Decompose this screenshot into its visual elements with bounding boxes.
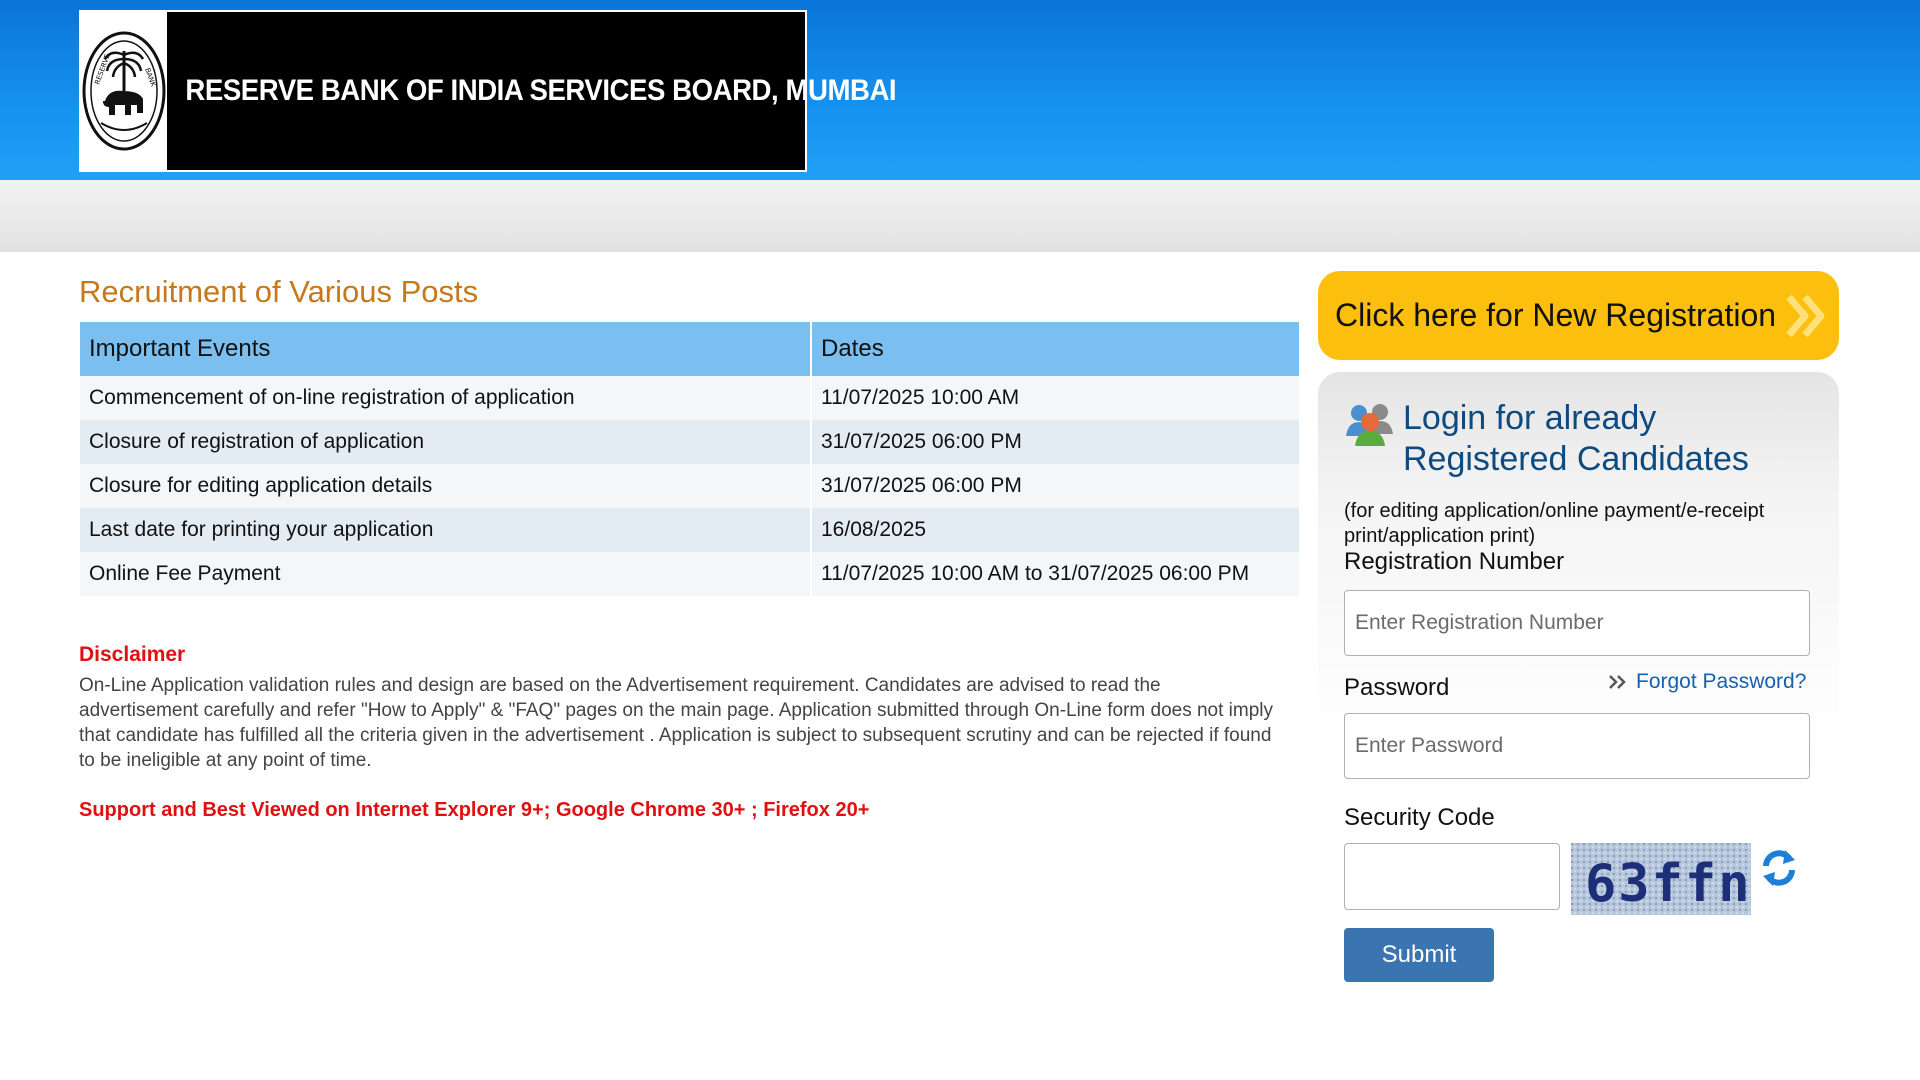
registration-number-input[interactable] <box>1344 590 1810 656</box>
page-title: Recruitment of Various Posts <box>79 274 479 309</box>
disclaimer-heading: Disclaimer <box>79 643 186 666</box>
rbi-emblem-icon: RESERVE BANK <box>81 12 167 170</box>
table-row: Commencement of on-line registration of … <box>80 376 1301 420</box>
new-registration-button[interactable]: Click here for New Registration <box>1318 271 1839 360</box>
login-panel: Login for already Registered Candidates … <box>1318 372 1839 1002</box>
important-events-table: Important Events Dates Commencement of o… <box>80 322 1301 596</box>
disclaimer-text: On-Line Application validation rules and… <box>79 675 1274 771</box>
event-cell: Online Fee Payment <box>80 552 812 596</box>
date-cell: 31/07/2025 06:00 PM <box>811 464 1301 508</box>
browser-support-note: Support and Best Viewed on Internet Expl… <box>79 799 870 821</box>
double-chevron-right-icon <box>1609 675 1626 689</box>
forgot-password-label: Forgot Password? <box>1636 670 1807 693</box>
navigation-bar <box>0 180 1920 252</box>
captcha-text: 63ffn <box>1585 854 1751 914</box>
site-banner: RESERVE BANK RESERVE BANK OF INDIA SERVI… <box>79 10 897 172</box>
event-cell: Commencement of on-line registration of … <box>80 376 812 420</box>
table-row: Closure of registration of application 3… <box>80 420 1301 464</box>
date-cell: 16/08/2025 <box>811 508 1301 552</box>
password-label: Password <box>1344 674 1450 701</box>
site-title: RESERVE BANK OF INDIA SERVICES BOARD, MU… <box>185 74 897 107</box>
table-header-row: Important Events Dates <box>80 322 1301 376</box>
double-chevron-right-icon <box>1786 294 1825 338</box>
column-header-dates: Dates <box>811 322 1301 376</box>
event-cell: Closure of registration of application <box>80 420 812 464</box>
login-title: Login for already Registered Candidates <box>1403 399 1749 478</box>
column-header-events: Important Events <box>80 322 812 376</box>
table-row: Last date for printing your application … <box>80 508 1301 552</box>
users-icon <box>1346 404 1393 446</box>
event-cell: Closure for editing application details <box>80 464 812 508</box>
security-code-input[interactable] <box>1344 843 1560 910</box>
page-header: RESERVE BANK RESERVE BANK OF INDIA SERVI… <box>0 0 1920 180</box>
captcha-image: 63ffn <box>1571 843 1751 915</box>
registration-number-label: Registration Number <box>1344 548 1565 575</box>
submit-button[interactable]: Submit <box>1344 928 1494 982</box>
login-note: (for editing application/online payment/… <box>1344 500 1765 547</box>
table-row: Online Fee Payment 11/07/2025 10:00 AM t… <box>80 552 1301 596</box>
date-cell: 31/07/2025 06:00 PM <box>811 420 1301 464</box>
new-registration-label: Click here for New Registration <box>1335 297 1777 333</box>
security-code-label: Security Code <box>1344 804 1495 831</box>
forgot-password-link[interactable]: Forgot Password? <box>1608 670 1806 694</box>
date-cell: 11/07/2025 10:00 AM <box>811 376 1301 420</box>
date-cell: 11/07/2025 10:00 AM to 31/07/2025 06:00 … <box>811 552 1301 596</box>
password-input[interactable] <box>1344 713 1810 779</box>
event-cell: Last date for printing your application <box>80 508 812 552</box>
table-row: Closure for editing application details … <box>80 464 1301 508</box>
refresh-icon[interactable] <box>1761 848 1797 888</box>
